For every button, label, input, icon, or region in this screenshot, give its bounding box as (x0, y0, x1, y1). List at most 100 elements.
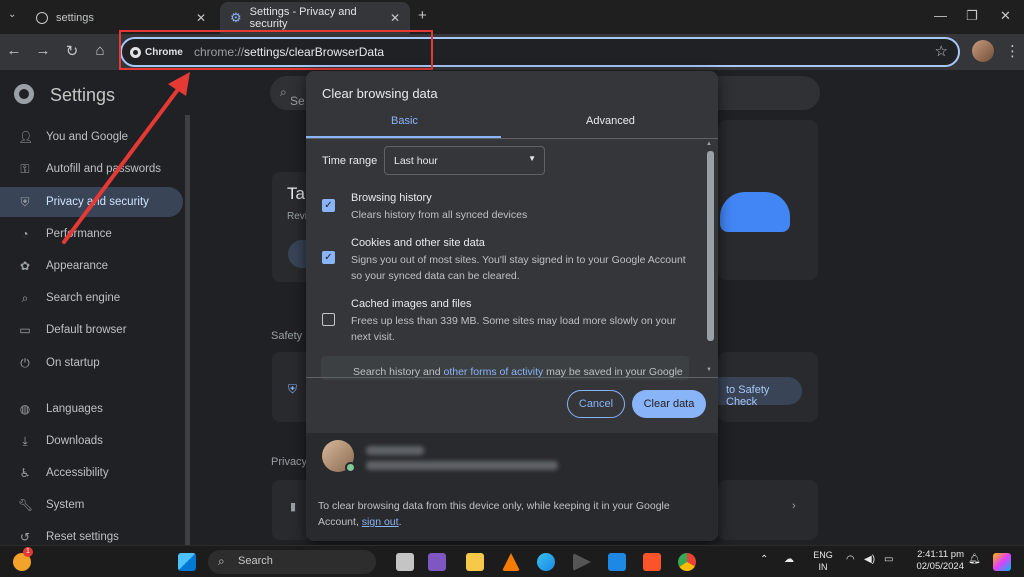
task-view-icon[interactable] (396, 553, 414, 571)
search-icon: ⌕ Se (280, 85, 305, 108)
reset-icon: ↺ (19, 530, 31, 544)
shield-icon: ⛨ (288, 382, 298, 396)
sidebar-item-label: On startup (46, 357, 100, 369)
scroll-up-icon[interactable]: ▲ (706, 141, 712, 147)
sidebar-item-label: Search engine (46, 292, 121, 304)
forward-arrow-icon[interactable]: → (33, 42, 53, 59)
sidebar-item-you-and-google[interactable]: 👤︎ You and Google (0, 122, 183, 152)
battery-icon[interactable]: ▭ (884, 554, 893, 565)
edge-icon[interactable] (537, 553, 555, 571)
privacy-card-right (718, 480, 818, 540)
new-tab-plus-icon[interactable]: + (418, 7, 427, 24)
ide-app-icon[interactable] (428, 553, 446, 571)
sidebar-item-label: Accessibility (46, 467, 109, 479)
tab-title: settings (56, 12, 94, 24)
wifi-icon[interactable]: ◠ (846, 554, 855, 565)
sidebar-item-autofill-and-passwords[interactable]: ⚿ Autofill and passwords (0, 154, 183, 184)
cloud-sync-icon[interactable]: ☁ (784, 554, 794, 565)
speedometer-icon: ◔ (21, 227, 29, 241)
menu-kebab-icon[interactable]: ⋮ (1005, 42, 1020, 60)
file-explorer-icon[interactable] (466, 553, 484, 571)
vlc-icon[interactable] (502, 553, 520, 571)
browsing-history-checkbox[interactable]: ✓ (322, 199, 335, 212)
time-range-select[interactable]: Last hour ▼ (384, 146, 545, 175)
minimize-icon[interactable]: — (934, 8, 947, 23)
sidebar-item-label: Default browser (46, 324, 127, 336)
windows-start-icon[interactable] (178, 553, 196, 571)
account-email-redacted (366, 461, 558, 470)
close-icon[interactable]: ✕ (196, 11, 206, 25)
clear-data-button[interactable]: Clear data (632, 390, 706, 418)
sign-out-link[interactable]: sign out (362, 516, 399, 528)
taskbar-search[interactable]: ⌕ Search (208, 550, 376, 574)
system-clock[interactable]: 2:41:11 pm 02/05/2024 (906, 549, 964, 573)
sidebar-item-on-startup[interactable]: ⏻ On startup (0, 348, 183, 378)
sidebar-item-downloads[interactable]: ⤓ Downloads (0, 426, 183, 456)
cookies-checkbox[interactable]: ✓ (322, 251, 335, 264)
profile-avatar[interactable] (972, 40, 994, 62)
annotation-highlight-box (119, 30, 433, 70)
sidebar-item-search-engine[interactable]: ⌕ Search engine (0, 283, 183, 313)
card-button[interactable] (288, 240, 308, 268)
restore-icon[interactable]: ❐ (966, 8, 978, 24)
tab-search-chevron-icon[interactable]: ⌄ (8, 9, 16, 20)
palette-icon: ✿ (19, 259, 31, 273)
cloud-illustration (720, 192, 790, 232)
option-description: Frees up less than 339 MB. Some sites ma… (351, 315, 677, 343)
close-window-icon[interactable]: ✕ (1000, 8, 1011, 24)
tab-divider (306, 138, 718, 139)
home-icon[interactable]: ⌂ (90, 42, 110, 59)
cancel-button[interactable]: Cancel (567, 390, 625, 418)
shield-icon: ⛨ (20, 194, 30, 209)
time-range-label: Time range (322, 155, 378, 167)
sidebar-item-system[interactable]: 🔧︎ System (0, 490, 183, 520)
scroll-down-icon[interactable]: ▼ (706, 367, 712, 373)
download-icon: ⤓ (22, 433, 28, 448)
input-language[interactable]: ENG IN (810, 549, 836, 573)
chevron-up-icon[interactable]: ⌃ (760, 554, 768, 565)
sidebar-item-label: Autofill and passwords (46, 163, 162, 175)
media-player-icon[interactable] (573, 553, 591, 571)
person-icon: 👤︎ (18, 130, 34, 144)
close-icon[interactable]: ✕ (390, 11, 400, 25)
dialog-scrollbar[interactable]: ▲ ▼ (706, 141, 714, 376)
scroll-thumb[interactable] (707, 151, 714, 341)
reload-icon[interactable]: ↻ (62, 42, 82, 60)
dialog-title: Clear browsing data (322, 86, 438, 101)
page-title: Settings (50, 85, 116, 105)
caret-down-icon: ▼ (528, 154, 536, 163)
windows-taskbar: 1 ⌕ Search ⌃ ☁ ENG IN ◠ ◀) ▭ 2:41:11 pm 02… (0, 545, 1024, 577)
gear-icon: ⚙ (230, 10, 242, 25)
chevron-right-icon[interactable]: › (792, 500, 796, 512)
back-arrow-icon[interactable]: ← (4, 42, 24, 59)
volume-icon[interactable]: ◀) (864, 554, 875, 565)
vscode-icon[interactable] (608, 553, 626, 571)
bookmark-star-icon[interactable]: ☆ (935, 42, 948, 60)
notification-badge: 1 (23, 547, 33, 557)
power-icon: ⏻ (20, 355, 30, 370)
safety-section-label: Safety (271, 330, 303, 342)
sidebar-item-privacy-and-security[interactable]: ⛨ Privacy and security (0, 187, 183, 217)
sidebar-item-default-browser[interactable]: ▭ Default browser (0, 315, 183, 345)
sidebar-item-accessibility[interactable]: ♿︎ Accessibility (0, 458, 183, 488)
copilot-icon[interactable] (993, 553, 1011, 571)
chrome-taskbar-icon[interactable] (678, 553, 696, 571)
trash-icon: ▮ (290, 501, 297, 513)
privacy-section-label: Privacy (271, 456, 308, 468)
sidebar-item-appearance[interactable]: ✿ Appearance (0, 251, 183, 281)
sidebar-item-label: System (46, 499, 85, 511)
settings-logo-icon (14, 84, 34, 104)
globe-icon (36, 12, 48, 24)
option-title: Browsing history (351, 192, 432, 204)
tab-advanced[interactable]: Advanced (586, 115, 635, 127)
brave-icon[interactable] (643, 553, 661, 571)
sidebar-item-performance[interactable]: ◔ Performance (0, 219, 183, 249)
sidebar-item-languages[interactable]: ◍ Languages (0, 394, 183, 424)
cached-images-checkbox[interactable] (322, 313, 335, 326)
notification-bell-icon[interactable]: 🔔︎ (968, 554, 981, 565)
sync-status-icon (345, 462, 356, 473)
accessibility-icon: ♿︎ (19, 466, 31, 480)
sidebar-scrollbar[interactable] (185, 115, 190, 545)
sidebar-item-label: Appearance (46, 260, 109, 272)
tab-basic[interactable]: Basic (391, 115, 418, 127)
